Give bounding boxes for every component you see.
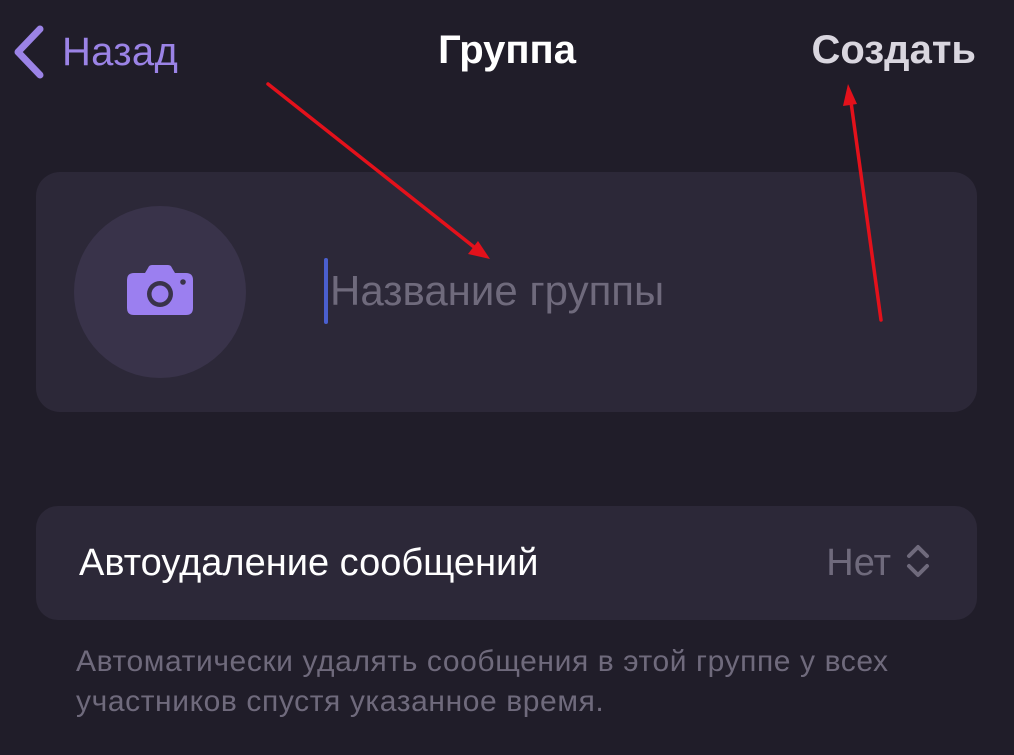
- group-name-input[interactable]: [330, 258, 944, 324]
- camera-icon: [126, 264, 194, 321]
- create-button[interactable]: Создать: [812, 28, 977, 73]
- annotation-arrowhead-create: [843, 84, 857, 106]
- chevron-left-icon: [12, 25, 46, 79]
- group-info-card: [36, 172, 977, 412]
- group-name-field: [324, 258, 944, 324]
- back-label: Назад: [62, 29, 179, 74]
- create-group-screen: Назад Группа Создать Автоудаление сообще…: [0, 0, 1014, 755]
- auto-delete-selector[interactable]: Нет: [826, 541, 931, 586]
- chevron-up-down-icon: [905, 541, 931, 586]
- set-photo-button[interactable]: [74, 206, 246, 378]
- auto-delete-label: Автоудаление сообщений: [79, 541, 539, 584]
- page-title: Группа: [438, 28, 576, 72]
- auto-delete-footnote: Автоматически удалять сообщения в этой г…: [76, 645, 889, 718]
- auto-delete-value: Нет: [826, 541, 891, 584]
- auto-delete-row[interactable]: Автоудаление сообщений Нет: [36, 506, 977, 620]
- back-button[interactable]: Назад: [12, 22, 178, 82]
- text-caret: [324, 258, 328, 324]
